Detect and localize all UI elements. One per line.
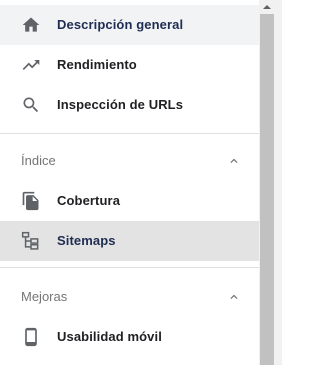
nav-item-coverage[interactable]: Cobertura — [0, 181, 259, 221]
nav-item-label: Inspección de URLs — [57, 97, 184, 112]
chevron-up-icon — [227, 290, 241, 304]
nav-item-url-inspection[interactable]: Inspección de URLs — [0, 85, 259, 125]
sidebar-nav: Descripción general Rendimiento Inspecci… — [0, 0, 259, 365]
nav-item-label: Rendimiento — [57, 57, 137, 72]
nav-item-sitemaps[interactable]: Sitemaps — [0, 221, 259, 261]
chevron-up-icon — [227, 154, 241, 168]
scrollbar[interactable] — [259, 0, 282, 365]
search-icon — [21, 95, 41, 115]
section-header-improvements[interactable]: Mejoras — [0, 279, 259, 315]
copy-icon — [21, 191, 41, 211]
nav-item-label: Descripción general — [57, 17, 184, 32]
sitemap-icon — [21, 231, 41, 251]
smartphone-icon — [21, 327, 41, 347]
section-title: Índice — [21, 153, 56, 168]
section-header-index[interactable]: Índice — [0, 143, 259, 179]
divider — [0, 267, 259, 268]
scrollbar-thumb[interactable] — [260, 14, 274, 365]
nav-item-label: Sitemaps — [57, 233, 116, 248]
nav-item-label: Cobertura — [57, 193, 121, 208]
home-icon — [21, 15, 41, 35]
nav-item-mobile-usability[interactable]: Usabilidad móvil — [0, 317, 259, 357]
nav-item-performance[interactable]: Rendimiento — [0, 45, 259, 85]
trending-up-icon — [21, 55, 41, 75]
scroll-up-arrow-icon[interactable] — [259, 0, 275, 14]
nav-item-overview[interactable]: Descripción general — [0, 5, 259, 45]
divider — [0, 133, 259, 134]
nav-item-label: Usabilidad móvil — [57, 329, 162, 344]
section-title: Mejoras — [21, 289, 68, 304]
